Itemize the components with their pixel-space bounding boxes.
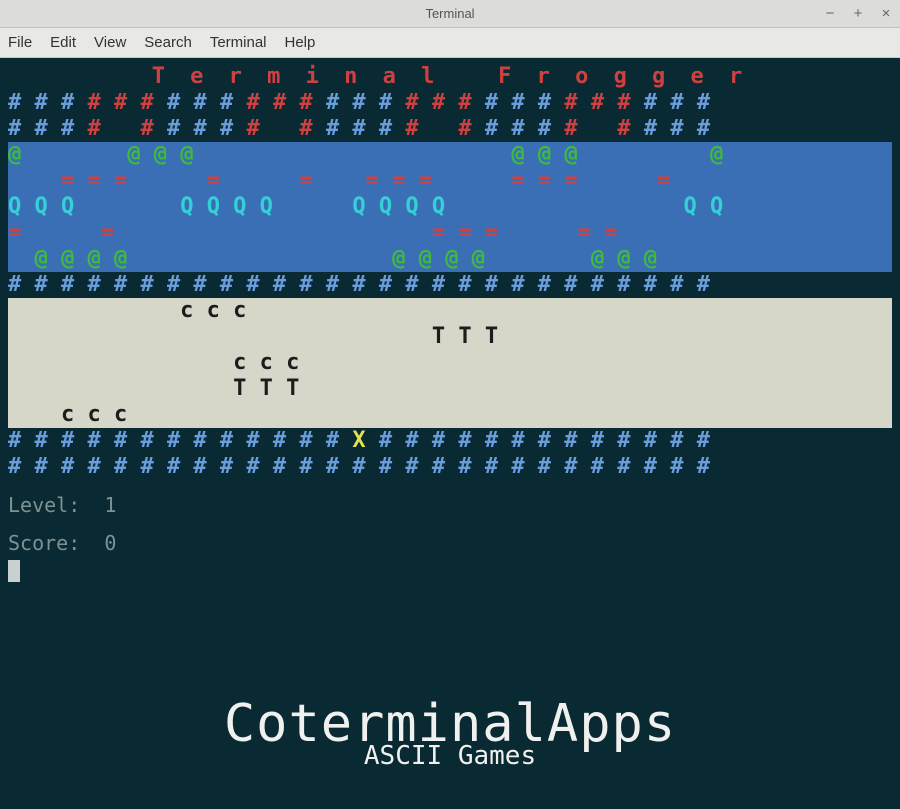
menu-edit[interactable]: Edit [50,34,76,51]
status-level: Level: 1 [8,492,892,518]
road-row-2: T T T [8,324,892,350]
menubar: File Edit View Search Terminal Help [0,28,900,58]
overlay: CoterminalApps ASCII Games [0,711,900,769]
prompt-row [8,556,892,582]
window-controls: − + × [822,5,894,22]
menu-search[interactable]: Search [144,34,192,51]
window: Terminal − + × File Edit View Search Ter… [0,0,900,809]
menu-view[interactable]: View [94,34,126,51]
menu-file[interactable]: File [8,34,32,51]
start-row-1: # # # # # # # # # # # # # X # # # # # # … [8,428,892,454]
game-title: T e r m i n a l F r o g g e r [8,64,892,90]
minimize-button[interactable]: − [822,5,838,22]
road-row-3: c c c [8,350,892,376]
terminal[interactable]: T e r m i n a l F r o g g e r # # # # # … [0,58,900,809]
water-row-5: @ @ @ @ @ @ @ @ @ @ @ [8,246,892,272]
water-row-3: Q Q Q Q Q Q Q Q Q Q Q Q Q [8,194,892,220]
median-row: # # # # # # # # # # # # # # # # # # # # … [8,272,892,298]
water-row-2: = = = = = = = = = = = = [8,168,892,194]
maximize-button[interactable]: + [850,5,866,22]
road-row-5: c c c [8,402,892,428]
road-row-4: T T T [8,376,892,402]
window-title: Terminal [425,6,474,21]
menu-terminal[interactable]: Terminal [210,34,267,51]
cursor [8,560,20,582]
start-row-2: # # # # # # # # # # # # # # # # # # # # … [8,454,892,480]
overlay-subtitle: ASCII Games [0,743,900,769]
water-row-1: @ @ @ @ @ @ @ @ [8,142,892,168]
titlebar: Terminal − + × [0,0,900,28]
bank-top-row-1: # # # # # # # # # # # # # # # # # # # # … [8,90,892,116]
road-row-1: c c c [8,298,892,324]
overlay-title: CoterminalApps [0,711,900,737]
bank-top-row-2: # # # # # # # # # # # # # # # # # # # # … [8,116,892,142]
menu-help[interactable]: Help [285,34,316,51]
water-row-4: = = = = = = = [8,220,892,246]
status-score: Score: 0 [8,530,892,556]
close-button[interactable]: × [878,5,894,22]
